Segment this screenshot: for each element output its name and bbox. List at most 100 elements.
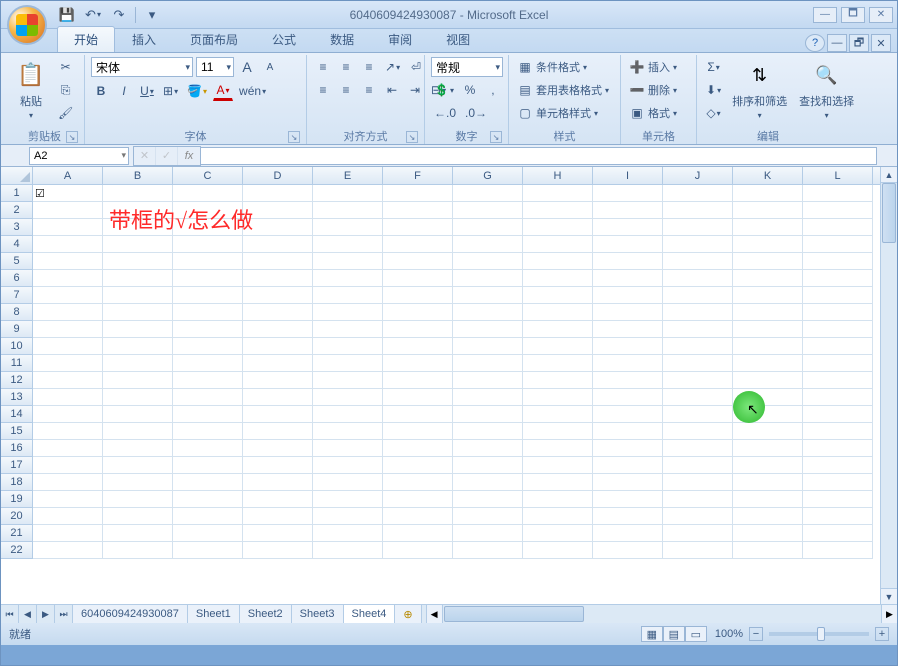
cell[interactable] bbox=[593, 491, 663, 508]
cell[interactable] bbox=[313, 389, 383, 406]
cell[interactable] bbox=[733, 202, 803, 219]
cell[interactable] bbox=[523, 253, 593, 270]
cell[interactable] bbox=[173, 253, 243, 270]
cell[interactable] bbox=[733, 491, 803, 508]
zoom-slider[interactable] bbox=[769, 632, 869, 636]
tab-formulas[interactable]: 公式 bbox=[255, 26, 313, 52]
cell[interactable] bbox=[523, 287, 593, 304]
cell[interactable] bbox=[243, 474, 313, 491]
cell-styles[interactable]: ▢单元格样式▾ bbox=[515, 103, 600, 123]
cell[interactable] bbox=[593, 389, 663, 406]
cell[interactable] bbox=[243, 542, 313, 559]
col-g[interactable]: G bbox=[453, 167, 523, 184]
cell[interactable] bbox=[803, 253, 873, 270]
cell[interactable] bbox=[313, 457, 383, 474]
cell[interactable] bbox=[733, 508, 803, 525]
cell[interactable] bbox=[453, 508, 523, 525]
col-j[interactable]: J bbox=[663, 167, 733, 184]
cell[interactable] bbox=[803, 219, 873, 236]
cell[interactable] bbox=[593, 338, 663, 355]
cell[interactable] bbox=[173, 508, 243, 525]
font-launcher[interactable]: ↘ bbox=[288, 131, 300, 143]
cell[interactable] bbox=[173, 304, 243, 321]
cell[interactable] bbox=[243, 321, 313, 338]
cell[interactable] bbox=[733, 338, 803, 355]
cell[interactable] bbox=[173, 270, 243, 287]
row-4[interactable]: 4 bbox=[1, 236, 33, 253]
office-button[interactable] bbox=[7, 5, 47, 45]
cell[interactable] bbox=[313, 185, 383, 202]
cell[interactable] bbox=[33, 372, 103, 389]
cell[interactable] bbox=[523, 491, 593, 508]
cell[interactable] bbox=[103, 474, 173, 491]
cell[interactable] bbox=[453, 525, 523, 542]
tab-insert[interactable]: 插入 bbox=[115, 26, 173, 52]
sheet-tab-0[interactable]: 6040609424930087 bbox=[73, 605, 188, 623]
row-7[interactable]: 7 bbox=[1, 287, 33, 304]
cell[interactable] bbox=[103, 423, 173, 440]
cell[interactable] bbox=[593, 423, 663, 440]
cell[interactable] bbox=[173, 474, 243, 491]
cell[interactable] bbox=[383, 270, 453, 287]
cell[interactable] bbox=[523, 508, 593, 525]
cell[interactable] bbox=[313, 474, 383, 491]
scroll-up[interactable]: ▲ bbox=[881, 167, 897, 183]
italic-button[interactable]: I bbox=[114, 81, 134, 101]
cell[interactable] bbox=[33, 338, 103, 355]
cell[interactable] bbox=[383, 253, 453, 270]
cell[interactable] bbox=[453, 253, 523, 270]
format-painter[interactable]: 🖌 bbox=[55, 103, 76, 123]
cell[interactable] bbox=[453, 236, 523, 253]
cut-button[interactable]: ✂ bbox=[55, 57, 76, 77]
cell[interactable] bbox=[33, 491, 103, 508]
cell[interactable] bbox=[733, 287, 803, 304]
cell[interactable] bbox=[33, 423, 103, 440]
cell[interactable] bbox=[453, 542, 523, 559]
cell[interactable] bbox=[313, 542, 383, 559]
cell[interactable] bbox=[243, 219, 313, 236]
cell[interactable] bbox=[173, 389, 243, 406]
increase-decimal[interactable]: ←.0 bbox=[431, 103, 459, 123]
cell[interactable] bbox=[733, 185, 803, 202]
cell[interactable] bbox=[663, 372, 733, 389]
cell[interactable] bbox=[733, 236, 803, 253]
cell[interactable] bbox=[243, 372, 313, 389]
cell[interactable] bbox=[523, 270, 593, 287]
sheet-last[interactable]: ⏭ bbox=[55, 605, 73, 623]
cell[interactable] bbox=[383, 440, 453, 457]
cell[interactable] bbox=[33, 508, 103, 525]
cell[interactable] bbox=[453, 491, 523, 508]
cell[interactable] bbox=[33, 219, 103, 236]
align-middle[interactable]: ≡ bbox=[336, 57, 356, 77]
cell[interactable] bbox=[733, 440, 803, 457]
align-left[interactable]: ≡ bbox=[313, 80, 333, 100]
cell[interactable] bbox=[593, 508, 663, 525]
cell[interactable] bbox=[243, 287, 313, 304]
col-k[interactable]: K bbox=[733, 167, 803, 184]
cell[interactable] bbox=[313, 287, 383, 304]
cell[interactable] bbox=[663, 236, 733, 253]
cell[interactable] bbox=[103, 236, 173, 253]
paste-button[interactable]: 📋 粘贴 ▾ bbox=[11, 57, 51, 122]
cells-area[interactable]: 带框的√怎么做 ↖ ☑ bbox=[33, 185, 897, 559]
cell[interactable] bbox=[523, 321, 593, 338]
cell[interactable] bbox=[103, 253, 173, 270]
cell[interactable] bbox=[733, 457, 803, 474]
formula-input[interactable] bbox=[201, 147, 877, 165]
cell[interactable] bbox=[663, 474, 733, 491]
cell[interactable] bbox=[523, 457, 593, 474]
cell[interactable] bbox=[663, 542, 733, 559]
border-button[interactable]: ⊞ bbox=[160, 81, 181, 101]
cell[interactable] bbox=[103, 321, 173, 338]
number-launcher[interactable]: ↘ bbox=[490, 131, 502, 143]
close-button[interactable]: ✕ bbox=[869, 7, 893, 23]
cell[interactable] bbox=[803, 185, 873, 202]
cell[interactable] bbox=[803, 508, 873, 525]
cell[interactable] bbox=[663, 321, 733, 338]
underline-button[interactable]: U bbox=[137, 81, 157, 101]
font-name-combo[interactable]: 宋体 bbox=[91, 57, 193, 77]
cell[interactable] bbox=[523, 202, 593, 219]
cell[interactable] bbox=[663, 287, 733, 304]
cell[interactable] bbox=[733, 270, 803, 287]
cell[interactable] bbox=[383, 304, 453, 321]
